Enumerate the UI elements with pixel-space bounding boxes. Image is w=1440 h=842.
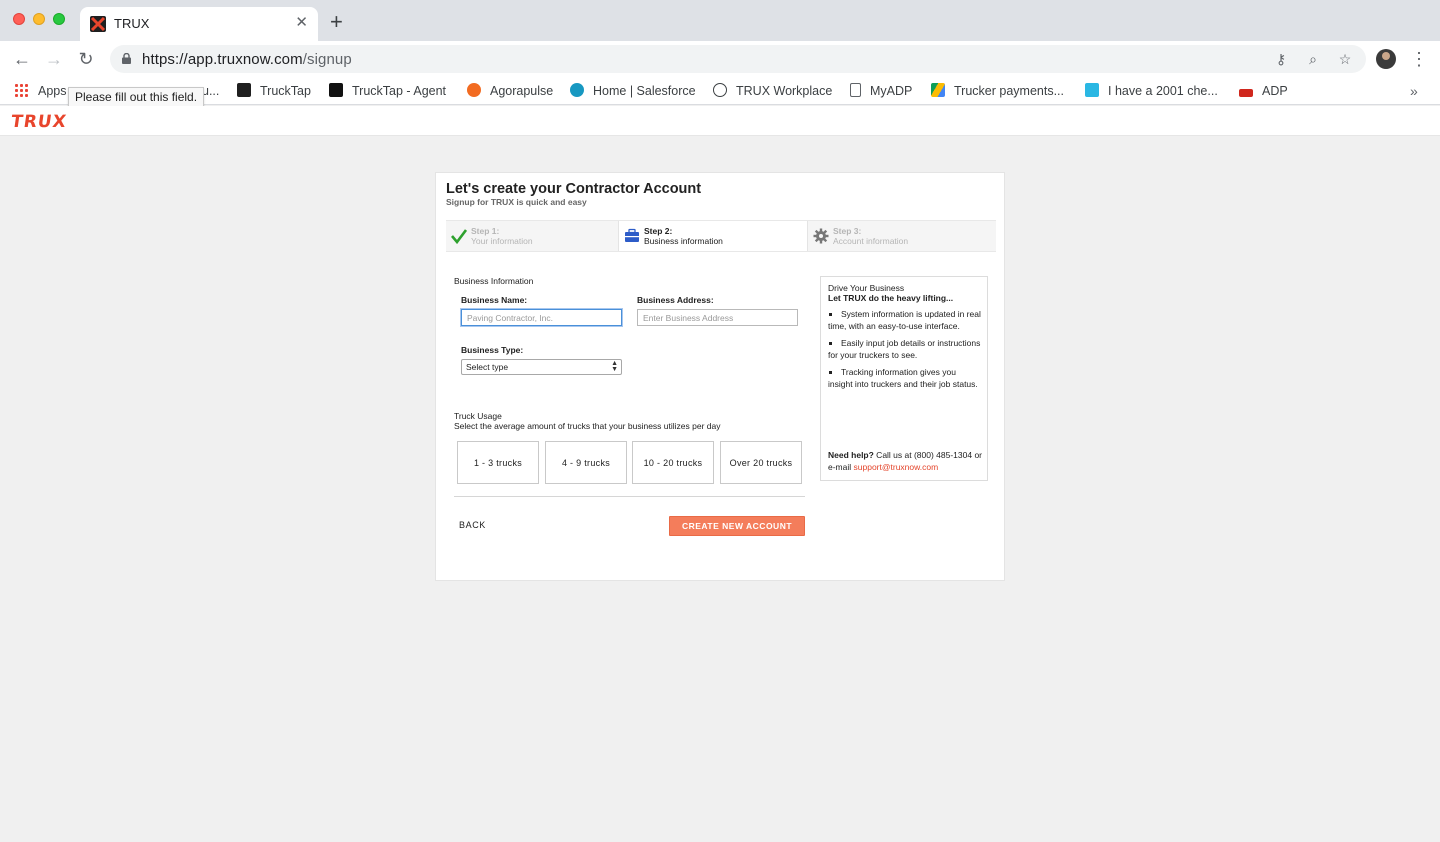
sidebar-bullet: System information is updated in real ti… xyxy=(828,309,981,331)
business-type-select[interactable]: Select type ▲ ▼ xyxy=(461,359,622,375)
page-icon xyxy=(850,83,861,97)
step-1-desc: Your information xyxy=(471,236,533,246)
truck-usage-heading: Truck Usage xyxy=(454,411,502,421)
signup-card: Let's create your Contractor Account Sig… xyxy=(435,172,1005,581)
menu-kebab-icon[interactable]: ⋮ xyxy=(1410,49,1428,69)
truck-option-over-20[interactable]: Over 20 trucks xyxy=(720,441,802,484)
ja-icon xyxy=(1085,83,1099,97)
forward-arrow-icon[interactable]: → xyxy=(44,49,64,69)
reload-icon[interactable]: ↻ xyxy=(76,49,96,69)
briefcase-icon xyxy=(625,228,639,242)
sidebar-bullets: System information is updated in real ti… xyxy=(828,308,982,395)
business-info-heading: Business Information xyxy=(454,276,534,286)
profile-avatar[interactable] xyxy=(1376,49,1396,69)
google-drive-icon xyxy=(931,83,945,97)
app-header: TRUX xyxy=(0,106,1440,136)
support-email-link[interactable]: support@truxnow.com xyxy=(854,462,939,472)
check-icon xyxy=(451,229,467,244)
business-type-value: Select type xyxy=(466,362,509,372)
step-1-name: Step 1: xyxy=(471,226,500,236)
trux-icon xyxy=(237,83,251,97)
bookmark-myadp[interactable]: MyADP xyxy=(850,83,912,99)
gear-icon xyxy=(813,228,829,244)
truck-option-4-9[interactable]: 4 - 9 trucks xyxy=(545,441,627,484)
step-3-name: Step 3: xyxy=(833,226,862,236)
step-1: Step 1: Your information xyxy=(446,221,618,251)
help-text: Need help? Call us at (800) 485-1304 or … xyxy=(828,449,986,473)
bookmark-apps[interactable]: Apps xyxy=(14,83,67,99)
workplace-icon xyxy=(713,83,727,97)
business-address-input[interactable] xyxy=(637,309,798,326)
browser-toolbar: ← → ↻ https://app.truxnow.com/signup ⚷ ⌕… xyxy=(0,41,1440,77)
maximize-window-button[interactable] xyxy=(53,13,65,25)
bookmark-agorapulse[interactable]: Agorapulse xyxy=(467,83,553,99)
browser-tabstrip: TRUX ✕ + xyxy=(0,0,1440,41)
apps-grid-icon xyxy=(14,83,28,97)
step-2-name: Step 2: xyxy=(644,226,673,236)
tab-close-icon[interactable]: ✕ xyxy=(295,14,308,32)
minimize-window-button[interactable] xyxy=(33,13,45,25)
bookmarks-bar: Apps u... TruckTap TruckTap - Agent Agor… xyxy=(0,77,1440,105)
sidebar-subtitle: Let TRUX do the heavy lifting... xyxy=(828,293,954,303)
divider xyxy=(454,496,805,497)
business-name-label: Business Name: xyxy=(461,295,528,305)
truck-option-1-3[interactable]: 1 - 3 trucks xyxy=(457,441,539,484)
salesforce-cloud-icon xyxy=(570,83,584,97)
address-bar[interactable]: https://app.truxnow.com/signup ⚷ ⌕ ☆ xyxy=(110,45,1366,73)
adp-icon xyxy=(1239,89,1253,97)
zoom-icon[interactable]: ⌕ xyxy=(1305,51,1321,67)
step-2: Step 2: Business information xyxy=(618,221,808,251)
bookmark-trux-workplace[interactable]: TRUX Workplace xyxy=(713,83,832,99)
select-arrows-icon: ▲ ▼ xyxy=(611,360,618,373)
key-icon[interactable]: ⚷ xyxy=(1273,51,1289,67)
star-icon[interactable]: ☆ xyxy=(1337,51,1353,67)
sidebar-bullet: Tracking information gives you insight i… xyxy=(828,366,982,390)
bookmark-trucker-payments[interactable]: Trucker payments... xyxy=(931,83,1064,99)
bookmark-trucktap[interactable]: TruckTap xyxy=(237,83,311,99)
business-name-input[interactable] xyxy=(461,309,622,326)
bookmark-trucktap-agent[interactable]: TruckTap - Agent xyxy=(329,83,446,99)
tab-title: TRUX xyxy=(114,16,150,31)
truck-option-10-20[interactable]: 10 - 20 trucks xyxy=(632,441,714,484)
back-button[interactable]: BACK xyxy=(459,520,486,530)
help-heading: Need help? xyxy=(828,450,874,460)
browser-tab[interactable]: TRUX ✕ xyxy=(80,7,318,41)
bookmark-salesforce[interactable]: Home | Salesforce xyxy=(570,83,696,99)
create-account-button[interactable]: CREATE NEW ACCOUNT xyxy=(669,516,805,536)
back-arrow-icon[interactable]: ← xyxy=(12,49,32,69)
lock-icon xyxy=(122,53,131,64)
trucktap-icon xyxy=(329,83,343,97)
close-window-button[interactable] xyxy=(13,13,25,25)
bookmark-2[interactable]: u... xyxy=(202,83,219,99)
business-type-label: Business Type: xyxy=(461,345,524,355)
step-2-desc: Business information xyxy=(644,236,723,246)
page-subtitle: Signup for TRUX is quick and easy xyxy=(446,197,587,207)
bookmark-adp[interactable]: ADP xyxy=(1239,83,1288,99)
sidebar-title: Drive Your Business xyxy=(828,283,905,293)
trux-logo[interactable]: TRUX xyxy=(10,112,68,132)
info-sidebar: Drive Your Business Let TRUX do the heav… xyxy=(820,276,988,481)
bookmarks-overflow-icon[interactable]: » xyxy=(1410,83,1418,99)
step-3: Step 3: Account information xyxy=(808,221,996,251)
bookmark-2001-che[interactable]: I have a 2001 che... xyxy=(1085,83,1218,99)
validation-tooltip: Please fill out this field. xyxy=(68,87,205,107)
trux-favicon-icon xyxy=(90,16,106,32)
step-progress: Step 1: Your information Step 2: Busines… xyxy=(446,220,996,252)
agorapulse-icon xyxy=(467,83,481,97)
page-title: Let's create your Contractor Account xyxy=(446,181,702,197)
business-address-label: Business Address: xyxy=(637,295,714,305)
url-text: https://app.truxnow.com/signup xyxy=(142,51,352,68)
sidebar-bullet: Easily input job details or instructions… xyxy=(828,338,981,360)
step-3-desc: Account information xyxy=(833,236,909,246)
new-tab-icon[interactable]: + xyxy=(330,11,343,33)
truck-usage-description: Select the average amount of trucks that… xyxy=(454,421,721,431)
